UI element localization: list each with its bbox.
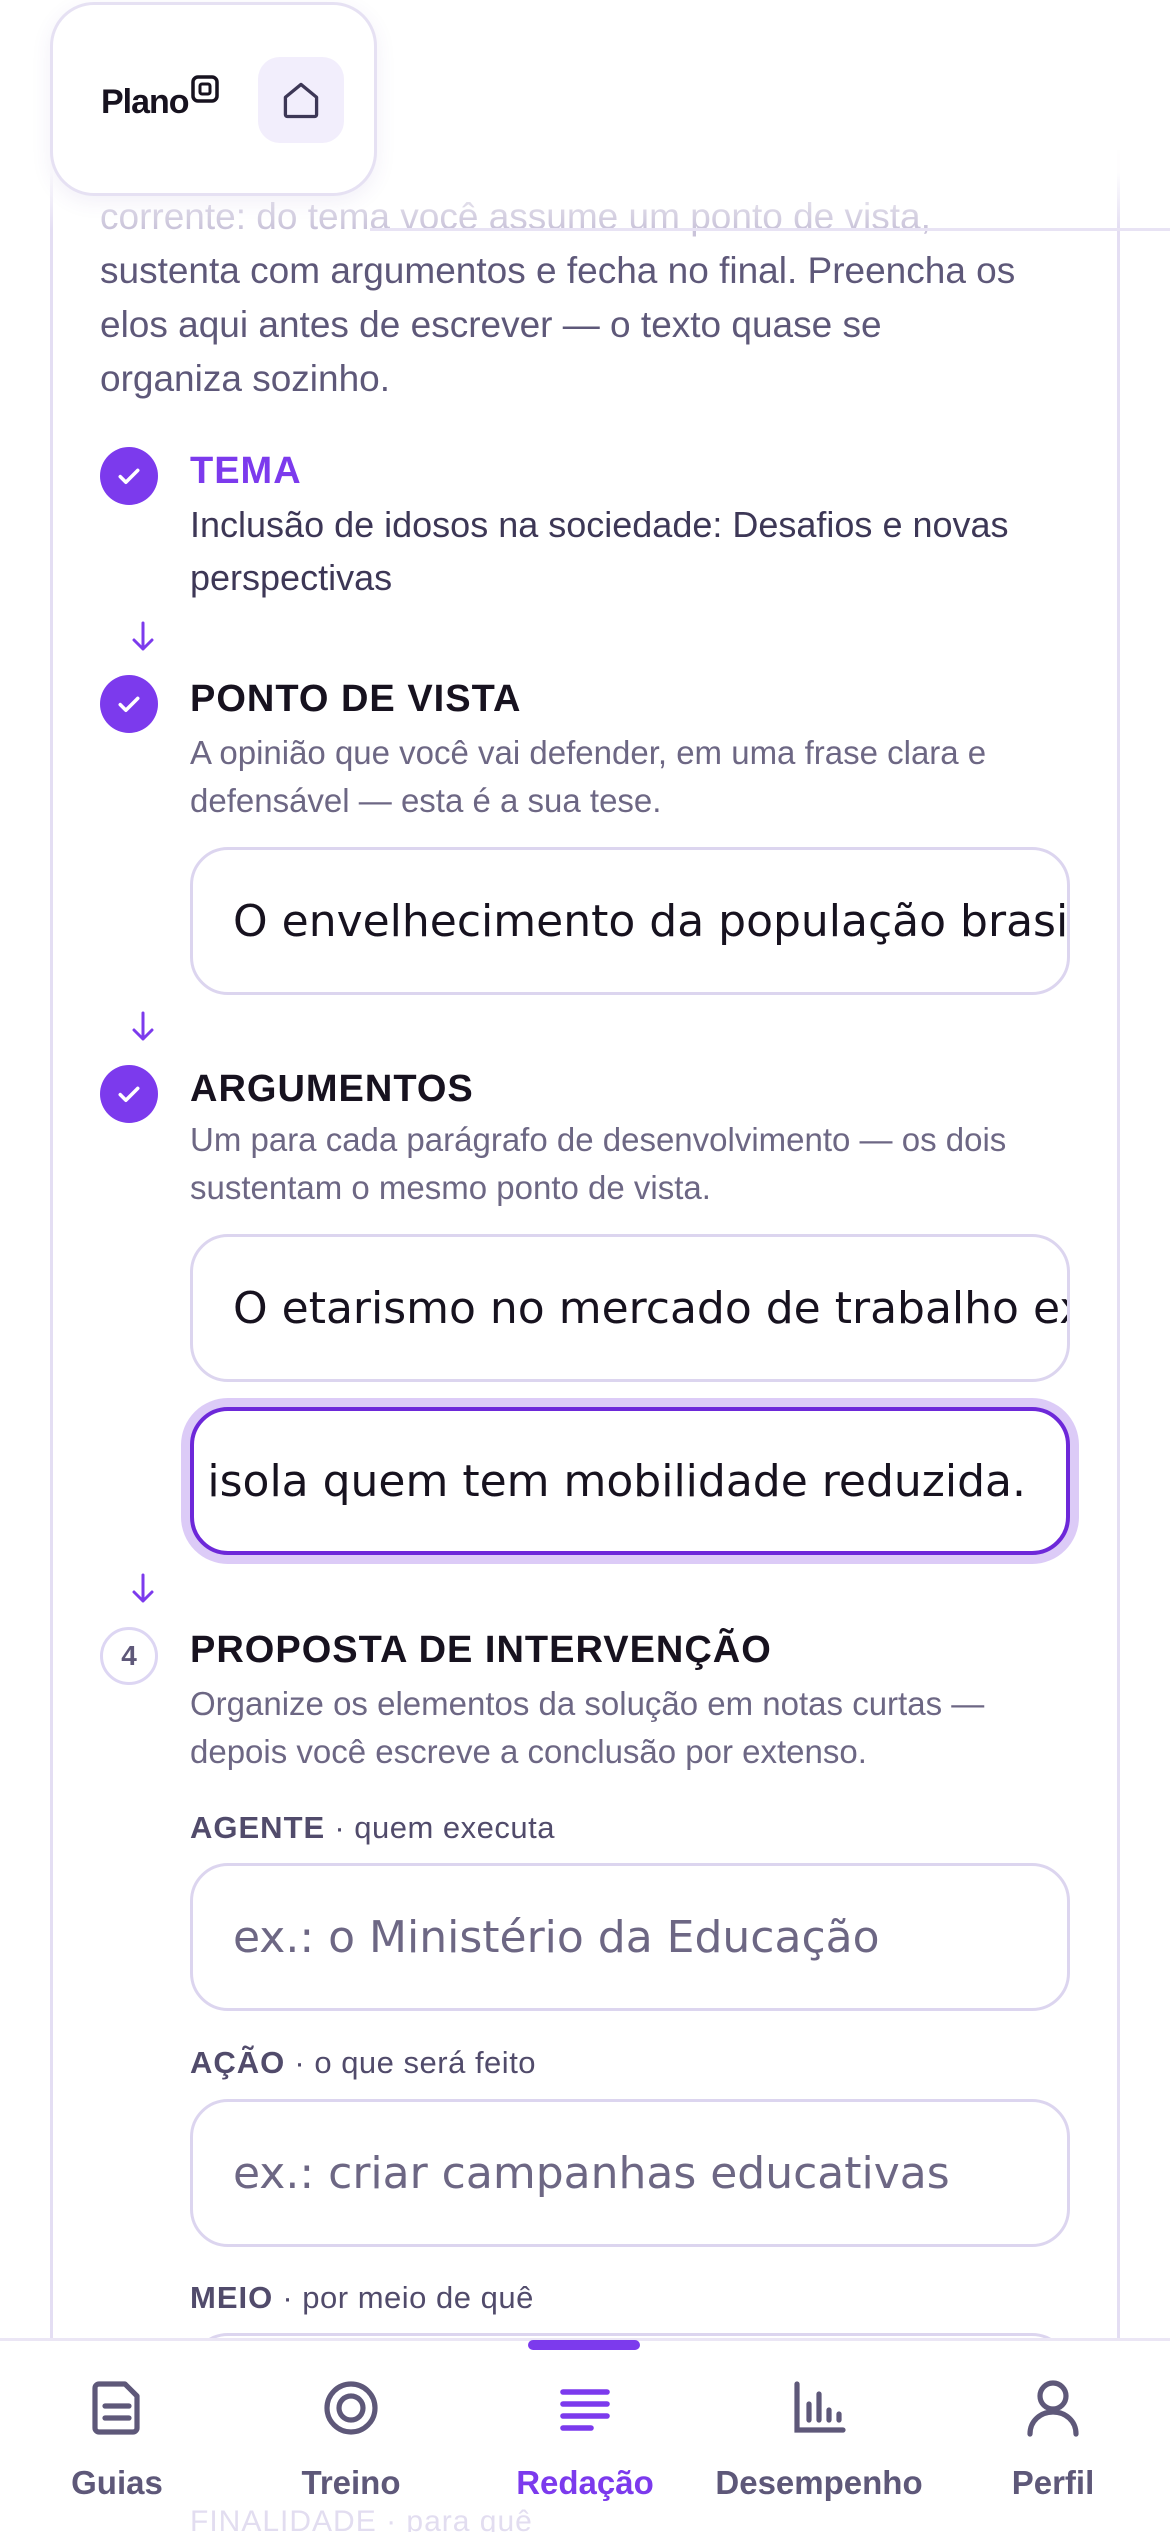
app-header-pill: Plano: [50, 2, 377, 196]
logo-text: Plano: [101, 83, 190, 121]
top-bar-divider: [370, 228, 1170, 231]
nav-item-guias[interactable]: Guias: [0, 2370, 234, 2510]
ponto-de-vista-input[interactable]: O envelhecimento da população brasileira: [190, 847, 1070, 995]
user-icon: [1027, 2380, 1079, 2437]
document-icon: [92, 2381, 140, 2435]
nav-label-guias: Guias: [71, 2464, 163, 2501]
active-tab-indicator: [528, 2340, 640, 2350]
nav-label-treino: Treino: [301, 2464, 401, 2501]
ponto-de-vista-check-icon: [100, 675, 158, 733]
home-icon: [283, 82, 319, 119]
intro-line: organiza sozinho.: [100, 358, 391, 399]
finalidade-label-behind-nav: FINALIDADE · para quê: [190, 2505, 533, 2532]
intro-line: sustenta com argumentos e fecha no final…: [100, 250, 1016, 291]
argumento-2-input[interactable]: isola quem tem mobilidade reduzida.: [190, 1407, 1070, 1555]
argumentos-check-icon: [100, 1065, 158, 1123]
proposta-step-number: 4: [100, 1627, 158, 1685]
acao-hint: · o que será feito: [294, 2045, 537, 2080]
text-lines-icon: [560, 2389, 610, 2431]
acao-input[interactable]: ex.: criar campanhas educativas: [190, 2099, 1070, 2247]
acao-label: AÇÃO · o que será feito: [190, 2045, 536, 2081]
arrow-down-icon: [132, 1011, 154, 1041]
intro-line: elos aqui antes de escrever — o texto qu…: [100, 304, 882, 345]
nav-label-perfil: Perfil: [1011, 2464, 1095, 2501]
argumentos-description: Um para cada parágrafo de desenvolviment…: [190, 1121, 1007, 1206]
finalidade-hint: · para quê: [386, 2505, 533, 2532]
agente-input[interactable]: ex.: o Ministério da Educação: [190, 1863, 1070, 2011]
tema-title: TEMA: [190, 450, 302, 492]
nav-item-redacao[interactable]: Redação: [468, 2370, 702, 2510]
page: corrente: do tema você assume um ponto d…: [0, 0, 1170, 2532]
tema-check-icon: [100, 447, 158, 505]
ponto-de-vista-description: A opinião que você vai defender, em uma …: [190, 734, 987, 819]
agente-hint: · quem executa: [334, 1810, 555, 1845]
tema-text: Inclusão de idosos na sociedade: Desafio…: [190, 504, 1009, 598]
nav-item-perfil[interactable]: Perfil: [936, 2370, 1170, 2510]
agente-label: AGENTE · quem executa: [190, 1810, 555, 1846]
meio-label-text: MEIO: [190, 2280, 274, 2315]
home-button[interactable]: [258, 57, 344, 143]
finalidade-label-text: FINALIDADE: [190, 2505, 377, 2532]
arrow-down-icon: [132, 1573, 154, 1603]
proposta-title: PROPOSTA DE INTERVENÇÃO: [190, 1629, 772, 1671]
argumento-1-input[interactable]: O etarismo no mercado de trabalho exclui: [190, 1234, 1070, 1382]
nav-label-desempenho: Desempenho: [715, 2464, 923, 2501]
meio-label: MEIO · por meio de quê: [190, 2280, 534, 2316]
nav-item-desempenho[interactable]: Desempenho: [702, 2370, 936, 2510]
nav-item-treino[interactable]: Treino: [234, 2370, 468, 2510]
nav-label-redacao: Redação: [516, 2464, 654, 2501]
meio-hint: · por meio de quê: [282, 2280, 534, 2315]
acao-label-text: AÇÃO: [190, 2045, 286, 2080]
ponto-de-vista-title: PONTO DE VISTA: [190, 678, 522, 720]
proposta-description: Organize os elementos da solução em nota…: [190, 1685, 985, 1770]
agente-label-text: AGENTE: [190, 1810, 326, 1845]
logo-mark-icon: [191, 75, 219, 103]
arrow-down-icon: [132, 621, 154, 651]
argumentos-title: ARGUMENTOS: [190, 1068, 474, 1110]
bar-chart-icon: [794, 2381, 846, 2433]
target-icon: [324, 2381, 378, 2435]
